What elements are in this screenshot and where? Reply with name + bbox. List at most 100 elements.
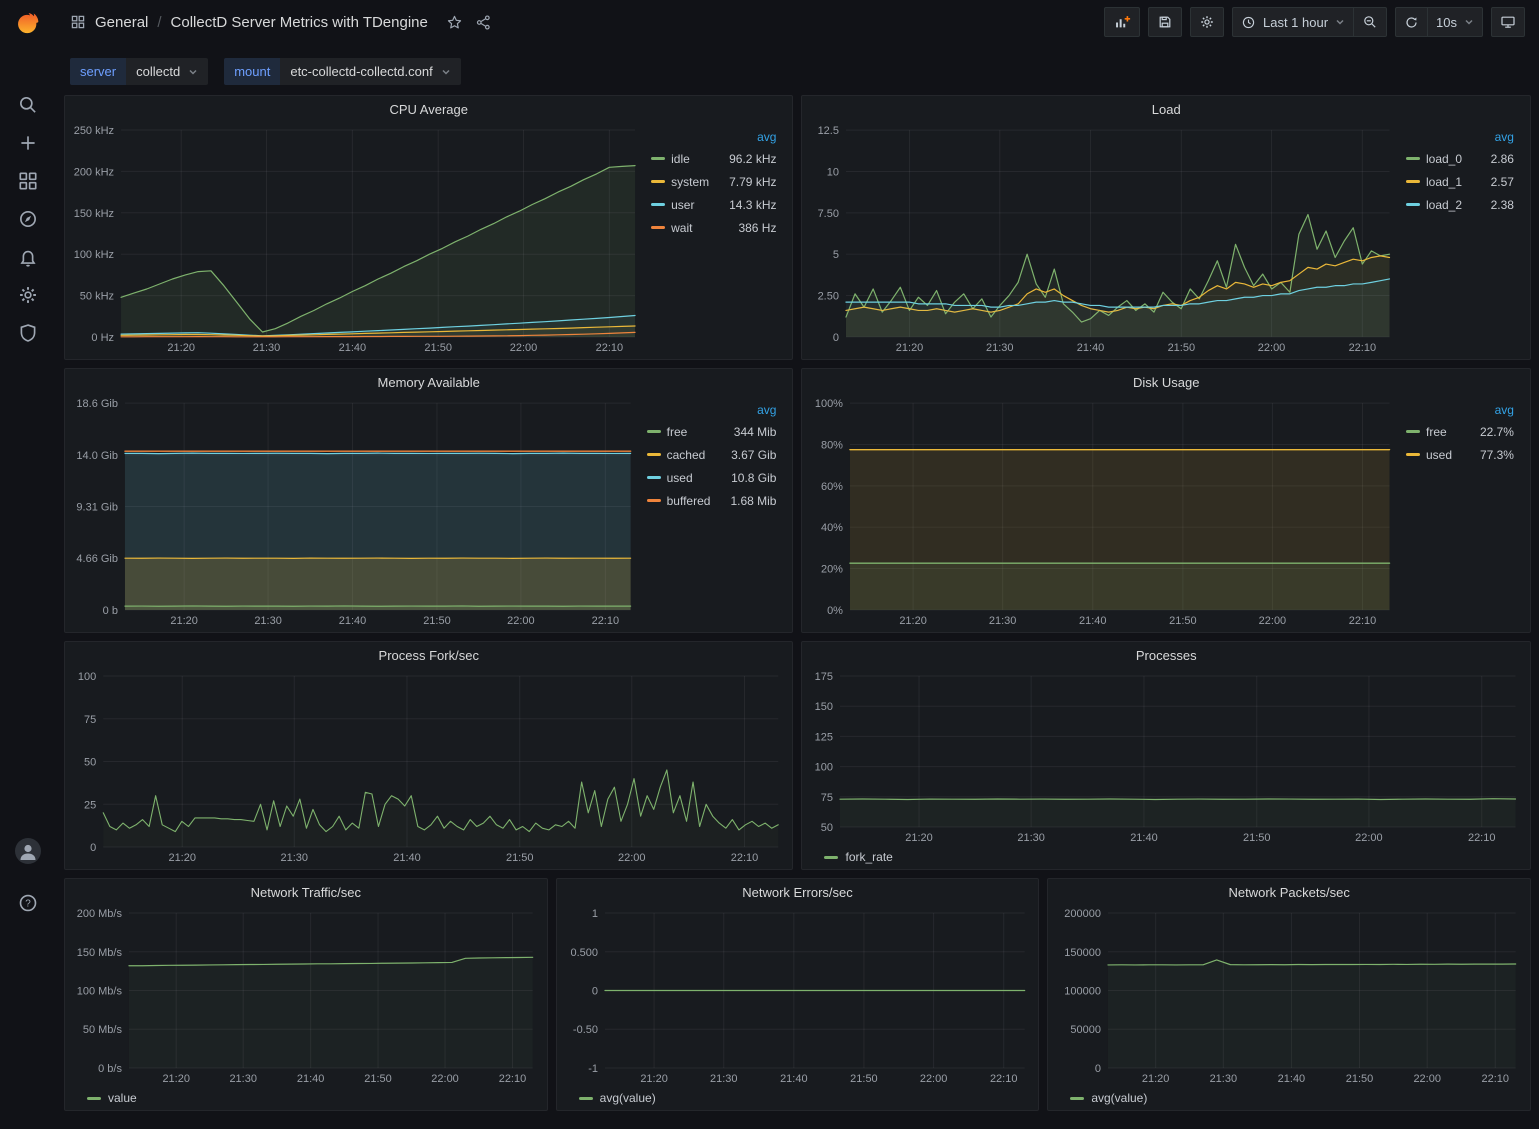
svg-text:22:10: 22:10: [1482, 1073, 1510, 1085]
svg-text:21:30: 21:30: [229, 1073, 257, 1085]
sidebar-dashboards-button[interactable]: [12, 165, 44, 197]
svg-text:21:40: 21:40: [1079, 615, 1107, 627]
panel-network-traffic-menu[interactable]: Network Traffic/sec: [65, 879, 547, 905]
panel-load-menu[interactable]: Load: [802, 96, 1530, 122]
disk-usage-legend: avgfree22.7%used77.3%: [1400, 395, 1526, 630]
panel-memory-available-menu[interactable]: Memory Available: [65, 369, 792, 395]
legend-series-name[interactable]: avg(value): [1091, 1091, 1147, 1105]
svg-text:22:10: 22:10: [592, 615, 620, 627]
svg-text:21:50: 21:50: [1168, 342, 1196, 354]
panel-title-text: Network Traffic/sec: [251, 885, 361, 900]
legend-series-name[interactable]: value: [108, 1091, 137, 1105]
sidebar-alerting-button[interactable]: [12, 241, 44, 273]
svg-text:21:20: 21:20: [167, 342, 195, 354]
svg-text:?: ?: [25, 898, 31, 909]
refresh-button[interactable]: [1395, 7, 1427, 37]
legend-item: buffered1.68 Mib: [647, 489, 777, 512]
legend-series-name[interactable]: wait: [671, 221, 692, 235]
svg-text:22:10: 22:10: [1468, 832, 1496, 844]
sidebar-create-button[interactable]: [12, 127, 44, 159]
legend-series-value: 14.3 kHz: [715, 198, 776, 212]
sidebar-search-button[interactable]: [12, 89, 44, 121]
panel-processes-menu[interactable]: Processes: [802, 642, 1530, 668]
legend-item: used77.3%: [1406, 443, 1514, 466]
sidebar-configuration-button[interactable]: [12, 279, 44, 311]
add-panel-button[interactable]: [1104, 7, 1140, 37]
variable-mount-select[interactable]: etc-collectd-collectd.conf: [280, 58, 460, 85]
save-dashboard-button[interactable]: [1148, 7, 1182, 37]
legend-series-value: 96.2 kHz: [715, 152, 776, 166]
legend-avg-header[interactable]: avg: [651, 130, 776, 144]
cpu-average-chart[interactable]: 21:2021:3021:4021:5022:0022:100 Hz50 kHz…: [69, 122, 645, 357]
zoom-out-button[interactable]: [1353, 7, 1387, 37]
legend-item: cached3.67 Gib: [647, 443, 777, 466]
network-errors-chart[interactable]: 21:2021:3021:4021:5022:0022:10-1-0.5000.…: [561, 905, 1035, 1088]
legend-series-name[interactable]: cached: [667, 448, 706, 462]
svg-text:21:20: 21:20: [170, 615, 198, 627]
svg-text:0.500: 0.500: [570, 947, 598, 959]
tv-mode-button[interactable]: [1491, 7, 1525, 37]
variable-server-select[interactable]: collectd: [126, 58, 208, 85]
panel-network-errors-menu[interactable]: Network Errors/sec: [557, 879, 1039, 905]
legend-avg-header[interactable]: avg: [647, 403, 777, 417]
legend-series-name[interactable]: system: [671, 175, 709, 189]
svg-text:0%: 0%: [828, 605, 844, 617]
legend-avg-header[interactable]: avg: [1406, 403, 1514, 417]
processes-chart[interactable]: 21:2021:3021:4021:5022:0022:105075100125…: [806, 668, 1526, 847]
breadcrumb-separator: /: [157, 14, 161, 31]
grafana-logo-icon[interactable]: [13, 8, 43, 38]
legend-series-value: 2.38: [1477, 198, 1514, 212]
svg-text:22:00: 22:00: [510, 342, 538, 354]
svg-text:21:20: 21:20: [900, 615, 928, 627]
legend-series-name[interactable]: used: [667, 471, 693, 485]
network-packets-chart[interactable]: 21:2021:3021:4021:5022:0022:100500001000…: [1052, 905, 1526, 1088]
compass-icon: [17, 208, 39, 230]
disk-usage-chart[interactable]: 21:2021:3021:4021:5022:0022:100%20%40%60…: [806, 395, 1400, 630]
legend-swatch: [1406, 157, 1420, 160]
legend-series-name[interactable]: load_1: [1426, 175, 1462, 189]
svg-text:22:00: 22:00: [618, 852, 646, 864]
time-picker-button[interactable]: Last 1 hour: [1232, 7, 1353, 37]
chevron-down-icon: [441, 67, 451, 77]
sidebar-server-admin-button[interactable]: [12, 317, 44, 349]
legend-series-name[interactable]: user: [671, 198, 694, 212]
memory-available-chart[interactable]: 21:2021:3021:4021:5022:0022:100 b4.66 Gi…: [69, 395, 641, 630]
share-icon[interactable]: [475, 14, 492, 31]
svg-text:100 kHz: 100 kHz: [74, 249, 114, 261]
process-fork-chart[interactable]: 21:2021:3021:4021:5022:0022:100255075100: [69, 668, 788, 867]
dashboard-settings-button[interactable]: [1190, 7, 1224, 37]
legend-item: free344 Mib: [647, 420, 777, 443]
panel-cpu-average-menu[interactable]: CPU Average: [65, 96, 792, 122]
refresh-interval-button[interactable]: 10s: [1427, 7, 1483, 37]
network-traffic-chart[interactable]: 21:2021:3021:4021:5022:0022:100 b/s50 Mb…: [69, 905, 543, 1088]
svg-text:100: 100: [78, 671, 96, 683]
svg-text:200000: 200000: [1065, 908, 1102, 920]
legend-avg-header[interactable]: avg: [1406, 130, 1514, 144]
sidebar-help-button[interactable]: ?: [12, 887, 44, 919]
sidebar-user-profile-button[interactable]: [12, 835, 44, 867]
legend-series-name[interactable]: used: [1426, 448, 1452, 462]
panel-network-packets-menu[interactable]: Network Packets/sec: [1048, 879, 1530, 905]
legend-series-name[interactable]: buffered: [667, 494, 711, 508]
star-icon[interactable]: [446, 14, 463, 31]
svg-text:100000: 100000: [1065, 986, 1102, 998]
top-navbar: General / CollectD Server Metrics with T…: [56, 0, 1539, 44]
load-chart[interactable]: 21:2021:3021:4021:5022:0022:1002.5057.50…: [806, 122, 1400, 357]
breadcrumb-folder[interactable]: General: [95, 14, 148, 31]
svg-text:22:10: 22:10: [990, 1073, 1018, 1085]
legend-series-name[interactable]: idle: [671, 152, 690, 166]
svg-text:22:00: 22:00: [1258, 342, 1286, 354]
legend-series-name[interactable]: avg(value): [600, 1091, 656, 1105]
panel-disk-usage-menu[interactable]: Disk Usage: [802, 369, 1530, 395]
svg-text:21:50: 21:50: [1244, 832, 1272, 844]
legend-series-name[interactable]: fork_rate: [845, 850, 892, 864]
panel-process-fork-menu[interactable]: Process Fork/sec: [65, 642, 792, 668]
shield-icon: [17, 322, 39, 344]
legend-series-name[interactable]: load_2: [1426, 198, 1462, 212]
legend-series-name[interactable]: load_0: [1426, 152, 1462, 166]
legend-series-name[interactable]: free: [1426, 425, 1447, 439]
sidebar-explore-button[interactable]: [12, 203, 44, 235]
svg-text:250 kHz: 250 kHz: [74, 125, 114, 137]
dashboard-grid: CPU Average 21:2021:3021:4021:5022:0022:…: [56, 95, 1539, 1111]
legend-series-name[interactable]: free: [667, 425, 688, 439]
